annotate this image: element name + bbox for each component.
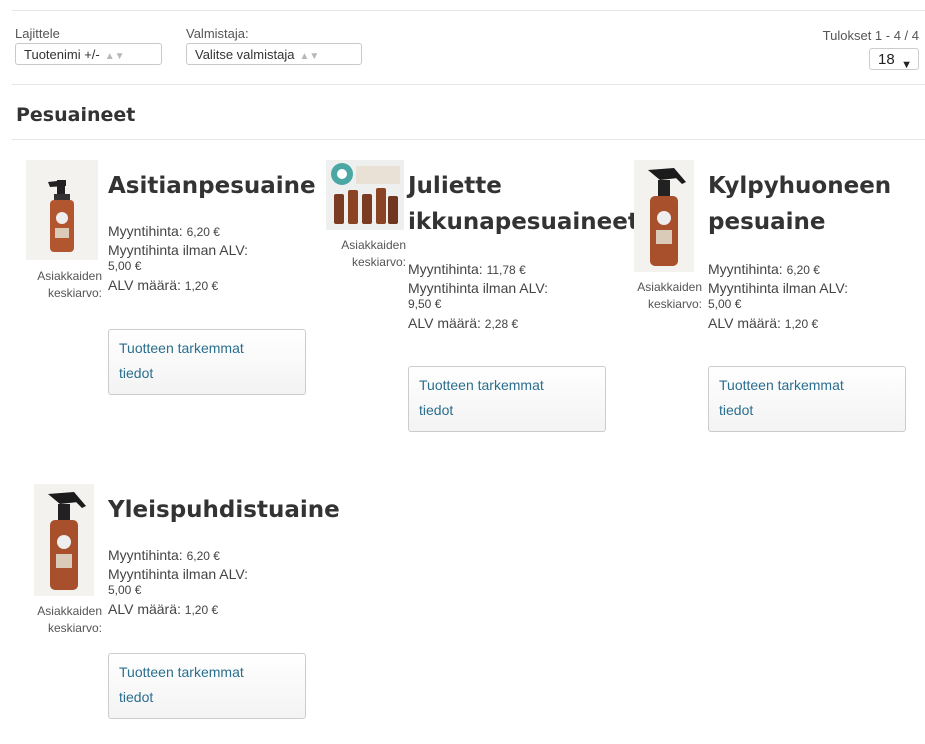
product-name-text: Yleispuhdistuaine (108, 497, 340, 523)
price-block: Myyntihinta: 6,20 € Myyntihinta ilman AL… (108, 546, 298, 619)
rating-label: Asiakkaiden keskiarvo: (12, 603, 102, 637)
net-price-value: 5,00 € (108, 583, 142, 597)
manufacturer-label: Valmistaja: (186, 26, 249, 41)
price-line: Myyntihinta: 6,20 € (108, 222, 298, 241)
vat-label: ALV määrä: (408, 315, 481, 331)
product-name[interactable]: Yleispuhdistuaine (108, 492, 340, 528)
vat-line: ALV määrä: 1,20 € (108, 276, 298, 295)
product-name-line2: pesuaine (708, 209, 826, 235)
product-set-icon (326, 160, 404, 230)
sort-select[interactable]: Tuotenimi +/- ▲▼ (15, 43, 162, 65)
vat-label: ALV määrä: (108, 277, 181, 293)
button-label-line1: Tuotteen tarkemmat (119, 340, 244, 356)
product-image[interactable] (634, 160, 694, 272)
button-label-line2: tiedot (719, 402, 754, 418)
price-line: Myyntihinta: 6,20 € (108, 546, 298, 565)
price-label: Myyntihinta: (108, 547, 183, 563)
rating-label: Asiakkaiden keskiarvo: (612, 279, 702, 313)
button-label-line1: Tuotteen tarkemmat (419, 377, 544, 393)
product-details-button[interactable]: Tuotteen tarkemmat tiedot (408, 366, 606, 432)
category-title: Pesuaineet (16, 104, 136, 126)
product-name[interactable]: Juliette ikkunapesuaineet (408, 168, 639, 240)
updown-arrows-icon: ▲▼ (299, 51, 320, 62)
limit-value: 18 (878, 51, 895, 68)
vat-label: ALV määrä: (708, 315, 781, 331)
product-name[interactable]: Kylpyhuoneen pesuaine (708, 168, 925, 240)
product-name[interactable]: Asitianpesuaine (108, 168, 338, 204)
net-price-label: Myyntihinta ilman ALV: (708, 280, 849, 296)
results-count: Tulokset 1 - 4 / 4 (822, 28, 919, 43)
net-price-value: 5,00 € (108, 259, 142, 273)
button-label-line1: Tuotteen tarkemmat (719, 377, 844, 393)
net-price-value: 9,50 € (408, 297, 442, 311)
price-value: 6,20 € (186, 549, 220, 563)
spray-bottle-icon (34, 484, 94, 596)
product-name-line1: Kylpyhuoneen (708, 173, 892, 199)
updown-arrows-icon: ▲▼ (104, 51, 125, 62)
vat-line: ALV määrä: 2,28 € (408, 314, 598, 333)
price-block: Myyntihinta: 11,78 € Myyntihinta ilman A… (408, 260, 598, 333)
product-details-button[interactable]: Tuotteen tarkemmat tiedot (108, 329, 306, 395)
price-label: Myyntihinta: (108, 223, 183, 239)
button-label-line2: tiedot (119, 365, 154, 381)
net-price-value: 5,00 € (708, 297, 742, 311)
vat-value: 1,20 € (184, 603, 219, 617)
price-line: Myyntihinta: 11,78 € (408, 260, 598, 279)
rating-label: Asiakkaiden keskiarvo: (12, 268, 102, 302)
product-name-line2: ikkunapesuaineet (408, 209, 639, 235)
vat-line: ALV määrä: 1,20 € (108, 600, 298, 619)
product-image[interactable] (326, 160, 404, 230)
rating-label-line1: Asiakkaiden (341, 238, 406, 252)
rating-label-line2: keskiarvo: (647, 297, 702, 311)
product-image[interactable] (34, 484, 94, 596)
rating-label-line1: Asiakkaiden (37, 269, 102, 283)
price-label: Myyntihinta: (408, 261, 483, 277)
sort-label: Lajittele (15, 26, 60, 41)
product-details-button[interactable]: Tuotteen tarkemmat tiedot (708, 366, 906, 432)
limit-select[interactable]: 18 ▼ (869, 48, 919, 71)
rating-label-line1: Asiakkaiden (637, 280, 702, 294)
button-label-line2: tiedot (119, 689, 154, 705)
product-details-button[interactable]: Tuotteen tarkemmat tiedot (108, 653, 306, 719)
button-label-line2: tiedot (419, 402, 454, 418)
price-label: Myyntihinta: (708, 261, 783, 277)
spray-bottle-icon (634, 160, 694, 272)
product-name-text: Asitianpesuaine (108, 173, 316, 199)
vat-line: ALV määrä: 1,20 € (708, 314, 898, 333)
price-block: Myyntihinta: 6,20 € Myyntihinta ilman AL… (708, 260, 898, 333)
product-image[interactable] (26, 160, 98, 260)
price-value: 6,20 € (786, 263, 820, 277)
chevron-down-icon: ▼ (901, 59, 912, 71)
spray-bottle-icon (26, 160, 98, 260)
manufacturer-select[interactable]: Valitse valmistaja ▲▼ (186, 43, 362, 65)
net-price-label: Myyntihinta ilman ALV: (108, 566, 249, 582)
top-divider (12, 10, 925, 11)
rating-label-line2: keskiarvo: (47, 621, 102, 635)
category-divider (12, 139, 925, 140)
sort-select-value: Tuotenimi +/- (24, 47, 100, 62)
price-value: 6,20 € (186, 225, 220, 239)
vat-value: 1,20 € (184, 279, 219, 293)
net-price-label: Myyntihinta ilman ALV: (108, 242, 249, 258)
net-price-label: Myyntihinta ilman ALV: (408, 280, 549, 296)
button-label-line1: Tuotteen tarkemmat (119, 664, 244, 680)
price-line: Myyntihinta: 6,20 € (708, 260, 898, 279)
price-block: Myyntihinta: 6,20 € Myyntihinta ilman AL… (108, 222, 298, 295)
rating-label-line2: keskiarvo: (351, 255, 406, 269)
vat-value: 1,20 € (784, 317, 819, 331)
vat-label: ALV määrä: (108, 601, 181, 617)
price-value: 11,78 € (486, 263, 526, 277)
vat-value: 2,28 € (484, 317, 519, 331)
product-name-line1: Juliette (408, 173, 502, 199)
manufacturer-select-value: Valitse valmistaja (195, 47, 295, 62)
rating-label: Asiakkaiden keskiarvo: (316, 237, 406, 271)
rating-label-line1: Asiakkaiden (37, 604, 102, 618)
rating-label-line2: keskiarvo: (47, 286, 102, 300)
toolbar-divider (12, 84, 925, 85)
